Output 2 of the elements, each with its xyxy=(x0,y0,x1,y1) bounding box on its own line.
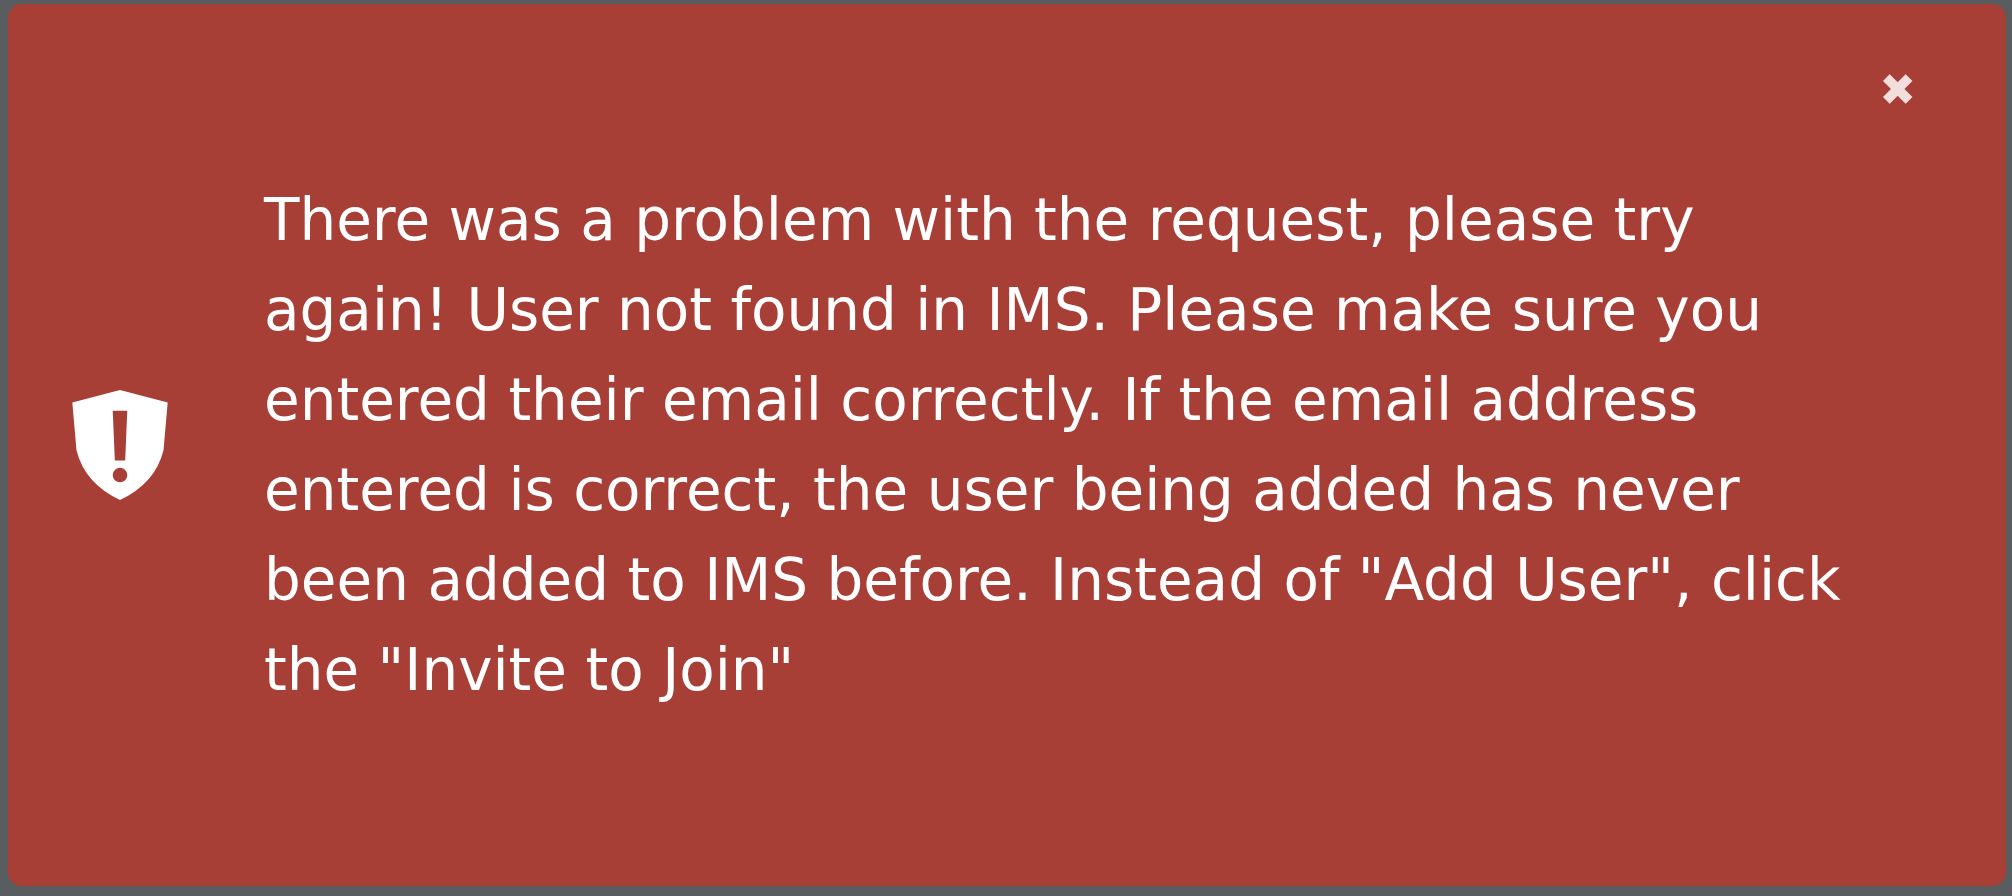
close-button[interactable]: ✖ xyxy=(1879,68,1916,112)
alert-message: There was a problem with the request, please try again! User not found in IMS. Please make sure you entered their email correctly. If the email address entered is correct, the user being added has never been added to IMS before. Instead of "Add User", click the "Invite to Join" xyxy=(264,185,1842,706)
